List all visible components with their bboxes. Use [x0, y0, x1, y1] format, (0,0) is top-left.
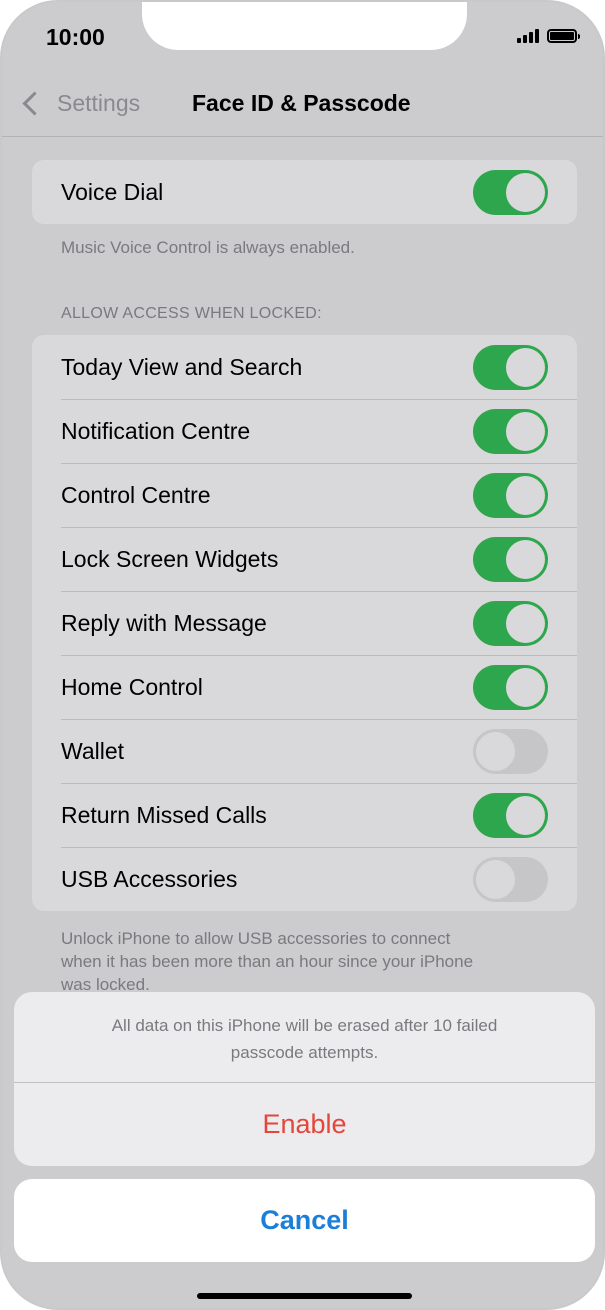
setting-label: Wallet [61, 737, 125, 764]
action-sheet: All data on this iPhone will be erased a… [14, 992, 595, 1166]
cellular-signal-icon [517, 29, 539, 43]
voice-dial-group: Voice Dial [32, 160, 577, 224]
chevron-left-icon [22, 91, 47, 116]
setting-row-usb-accessories: USB Accessories [32, 847, 577, 911]
setting-label: USB Accessories [61, 865, 238, 892]
status-icons [517, 29, 580, 43]
locked-access-group: Today View and Search Notification Centre… [32, 335, 577, 911]
setting-label: Home Control [61, 673, 203, 700]
usb-footer-line: when it has been more than an hour since… [61, 952, 474, 971]
usb-footer: Unlock iPhone to allow USB accessories t… [61, 927, 561, 996]
setting-row-home-control: Home Control [32, 655, 577, 719]
toggle-knob [506, 795, 545, 835]
setting-label: Notification Centre [61, 417, 251, 444]
wallet-toggle[interactable] [473, 728, 548, 774]
toggle-knob [476, 859, 515, 899]
return-missed-calls-toggle[interactable] [473, 792, 548, 838]
toggle-knob [506, 667, 545, 707]
today-view-and-search-toggle[interactable] [473, 344, 548, 390]
setting-row-reply-with-message: Reply with Message [32, 591, 577, 655]
setting-row-return-missed-calls: Return Missed Calls [32, 783, 577, 847]
voice-dial-footer: Music Voice Control is always enabled. [61, 238, 355, 257]
section-header: ALLOW ACCESS WHEN LOCKED: [61, 305, 322, 322]
toggle-knob [506, 603, 545, 643]
setting-label: Reply with Message [61, 609, 267, 636]
enable-button[interactable]: Enable [14, 1083, 595, 1166]
setting-row-lock-screen-widgets: Lock Screen Widgets [32, 527, 577, 591]
voice-dial-label: Voice Dial [61, 178, 164, 205]
navigation-bar: Settings Face ID & Passcode [2, 72, 603, 137]
home-indicator [197, 1293, 412, 1299]
notification-centre-toggle[interactable] [473, 408, 548, 454]
status-time: 10:00 [46, 24, 105, 50]
setting-label: Lock Screen Widgets [61, 545, 279, 572]
toggle-knob [476, 731, 515, 771]
setting-row-control-centre: Control Centre [32, 463, 577, 527]
action-sheet-message: All data on this iPhone will be erased a… [54, 1012, 555, 1066]
usb-footer-line: Unlock iPhone to allow USB accessories t… [61, 929, 451, 948]
message-line: All data on this iPhone will be erased a… [111, 1016, 498, 1035]
toggle-knob [506, 347, 545, 387]
usb-accessories-toggle[interactable] [473, 856, 548, 902]
message-line: passcode attempts. [230, 1043, 379, 1062]
notch [142, 2, 467, 50]
battery-icon [547, 29, 580, 43]
setting-row-today-view-and-search: Today View and Search [32, 335, 577, 399]
back-label: Settings [57, 90, 141, 116]
voice-dial-toggle[interactable] [473, 169, 548, 215]
toggle-knob [506, 411, 545, 451]
setting-row-notification-centre: Notification Centre [32, 399, 577, 463]
control-centre-toggle[interactable] [473, 472, 548, 518]
lock-screen-widgets-toggle[interactable] [473, 536, 548, 582]
page-title: Face ID & Passcode [192, 90, 411, 116]
home-control-toggle[interactable] [473, 664, 548, 710]
toggle-knob [506, 475, 545, 515]
phone-frame: 10:00 Settings Face ID & Passcode Voice … [0, 0, 605, 1310]
voice-dial-row: Voice Dial [32, 160, 577, 224]
setting-label: Return Missed Calls [61, 801, 267, 828]
cancel-button[interactable]: Cancel [14, 1179, 595, 1262]
back-button[interactable]: Settings [20, 90, 140, 117]
toggle-knob [506, 539, 545, 579]
reply-with-message-toggle[interactable] [473, 600, 548, 646]
setting-row-wallet: Wallet [32, 719, 577, 783]
setting-label: Today View and Search [61, 353, 303, 380]
setting-label: Control Centre [61, 481, 211, 508]
